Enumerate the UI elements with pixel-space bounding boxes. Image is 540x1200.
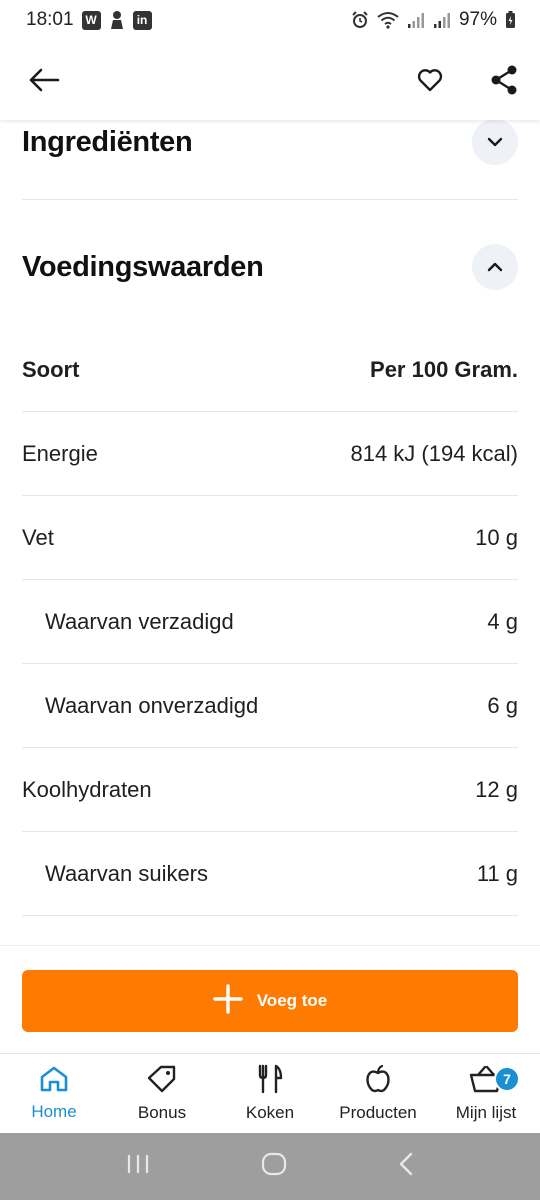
nutrition-value: 10 g bbox=[475, 524, 518, 550]
nutrition-value: 6 g bbox=[487, 692, 518, 718]
add-to-list-label: Voeg toe bbox=[256, 991, 328, 1010]
product-details-content[interactable]: Ingrediënten Voedingswaarden Soort Per 1… bbox=[0, 120, 540, 945]
add-to-list-button[interactable]: Voeg toe bbox=[22, 970, 518, 1032]
nutrition-header-value: Per 100 Gram. bbox=[370, 356, 518, 382]
ingredients-title: Ingrediënten bbox=[22, 125, 193, 158]
nutrition-table-header: Soort Per 100 Gram. bbox=[22, 328, 518, 412]
status-bar: 18:01 W in 97% bbox=[0, 0, 540, 40]
nutrition-header-label: Soort bbox=[22, 356, 80, 382]
share-icon[interactable] bbox=[482, 58, 526, 102]
nutrition-label: Koolhydraten bbox=[22, 776, 152, 802]
chevron-down-icon[interactable] bbox=[472, 120, 518, 165]
system-nav-bar bbox=[0, 1133, 540, 1200]
nutrition-row-vet: Vet 10 g bbox=[22, 496, 518, 580]
add-to-list-bar: Voeg toe bbox=[0, 945, 540, 1053]
back-arrow-icon[interactable] bbox=[22, 58, 66, 102]
nutrition-label: Energie bbox=[22, 440, 98, 466]
linkedin-icon: in bbox=[132, 10, 152, 30]
ingredients-section-header[interactable]: Ingrediënten bbox=[22, 120, 518, 165]
person-notification-icon bbox=[109, 10, 125, 30]
nutrition-label: Vet bbox=[22, 524, 54, 550]
signal-icon bbox=[407, 11, 425, 29]
nav-item-home[interactable]: Home bbox=[0, 1054, 108, 1133]
nutrition-value: 4 g bbox=[487, 608, 518, 634]
nutrition-label: Waarvan verzadigd bbox=[45, 608, 234, 634]
battery-percent: 97% bbox=[458, 9, 497, 30]
nutrition-section-header[interactable]: Voedingswaarden bbox=[22, 244, 518, 290]
list-count-badge: 7 bbox=[494, 1066, 520, 1092]
nav-label-koken: Koken bbox=[245, 1103, 295, 1122]
nav-label-mijn-lijst: Mijn lijst bbox=[455, 1103, 517, 1122]
tag-icon bbox=[146, 1064, 178, 1099]
heart-icon[interactable] bbox=[408, 58, 452, 102]
nav-item-koken[interactable]: Koken bbox=[216, 1054, 324, 1133]
nutrition-label: Waarvan suikers bbox=[45, 860, 209, 886]
status-left: 18:01 W in bbox=[26, 9, 152, 31]
nutrition-value: 11 g bbox=[476, 860, 518, 886]
nav-label-producten: Producten bbox=[339, 1103, 417, 1122]
nav-label-bonus: Bonus bbox=[137, 1103, 187, 1122]
app-bar-actions bbox=[408, 58, 526, 102]
chevron-up-icon[interactable] bbox=[472, 244, 518, 290]
nutrition-row-koolhydraten: Koolhydraten 12 g bbox=[22, 748, 518, 832]
status-time: 18:01 bbox=[26, 9, 74, 30]
alarm-icon bbox=[351, 11, 369, 29]
nutrition-row-suikers: Waarvan suikers 11 g bbox=[22, 832, 518, 916]
home-circle-icon[interactable] bbox=[261, 1152, 287, 1181]
back-chevron-icon[interactable] bbox=[398, 1152, 414, 1181]
cutlery-icon bbox=[255, 1064, 285, 1099]
nav-item-bonus[interactable]: Bonus bbox=[108, 1054, 216, 1133]
nav-item-mijn-lijst[interactable]: 7 Mijn lijst bbox=[432, 1054, 540, 1133]
whatsapp-business-icon: W bbox=[81, 10, 101, 30]
status-right: 97% bbox=[351, 9, 516, 31]
battery-icon bbox=[505, 11, 516, 29]
nutrition-row-verzadigd: Waarvan verzadigd 4 g bbox=[22, 580, 518, 664]
nutrition-value: 12 g bbox=[475, 776, 518, 802]
nutrition-row-energie: Energie 814 kJ (194 kcal) bbox=[22, 412, 518, 496]
signal-icon bbox=[433, 11, 451, 29]
nav-item-producten[interactable]: Producten bbox=[324, 1054, 432, 1133]
nutrition-label: Waarvan onverzadigd bbox=[45, 692, 259, 718]
bottom-nav: Home Bonus Koken Producten 7 Mijn lijst bbox=[0, 1053, 540, 1133]
nav-label-home: Home bbox=[31, 1102, 77, 1121]
nutrition-title: Voedingswaarden bbox=[22, 250, 264, 283]
nutrition-value: 814 kJ (194 kcal) bbox=[350, 440, 518, 466]
section-divider bbox=[22, 199, 518, 200]
home-icon bbox=[38, 1065, 70, 1098]
wifi-icon bbox=[377, 11, 399, 29]
app-bar bbox=[0, 40, 540, 120]
apple-icon bbox=[363, 1064, 393, 1099]
plus-icon bbox=[213, 983, 243, 1019]
nutrition-row-onverzadigd: Waarvan onverzadigd 6 g bbox=[22, 664, 518, 748]
recents-icon[interactable] bbox=[126, 1153, 150, 1180]
